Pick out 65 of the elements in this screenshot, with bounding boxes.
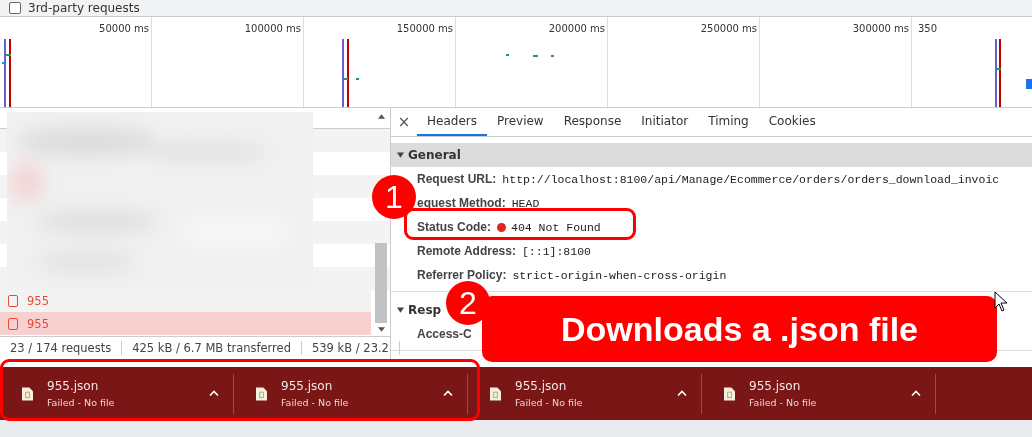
caret-icon[interactable] — [209, 390, 219, 397]
time-tick-label: 350 — [918, 23, 938, 34]
close-button[interactable]: × — [391, 108, 417, 136]
document-icon — [8, 317, 18, 330]
expand-arrow-icon — [397, 152, 404, 158]
time-tick-label: 200000 ms — [548, 23, 605, 34]
download-item[interactable]: 955.json Failed - No file — [234, 373, 468, 414]
download-status: Failed - No file — [47, 397, 116, 408]
file-icon — [22, 386, 33, 401]
tab[interactable]: Headers — [417, 108, 487, 136]
time-tick-label: 50000 ms — [99, 23, 149, 34]
status-text: 425 kB / 6.7 MB transferred — [122, 341, 302, 355]
file-icon — [256, 386, 267, 401]
header-name: Referrer Policy: — [417, 268, 507, 282]
header-value: 404 Not Found — [511, 220, 601, 234]
time-tick-label: 150000 ms — [396, 23, 453, 34]
request-row[interactable]: 955 — [0, 289, 371, 312]
header-name: Access-C — [417, 327, 472, 341]
expand-arrow-icon — [397, 307, 404, 313]
header-name: equest Method: — [417, 196, 506, 210]
time-tick-label: 100000 ms — [244, 23, 301, 34]
file-icon — [724, 386, 735, 401]
section-header[interactable]: General — [391, 143, 1032, 167]
download-item[interactable]: 955.json Failed - No file — [468, 373, 702, 414]
download-status: Failed - No file — [749, 397, 818, 408]
section-title: General — [408, 148, 461, 162]
request-name: 955 — [27, 293, 49, 308]
caret-icon[interactable] — [911, 390, 921, 397]
scroll-up-icon[interactable] — [377, 114, 385, 119]
header-name: Status Code: — [417, 220, 491, 234]
status-text: 539 kB / 23.2 — [301, 341, 400, 355]
tab[interactable]: Response — [553, 108, 632, 136]
tab[interactable]: Cookies — [758, 108, 826, 136]
time-tick-label: 250000 ms — [700, 23, 757, 34]
header-value: strict-origin-when-cross-origin — [512, 268, 727, 282]
file-icon — [490, 386, 501, 401]
download-name: 955.json — [749, 379, 802, 393]
header-value: http://localhost:8100/api/Manage/Ecommerce/orders/orders_download_invoic — [502, 172, 1000, 186]
download-status: Failed - No file — [515, 397, 584, 408]
document-icon — [8, 294, 18, 307]
download-status: Failed - No file — [281, 397, 350, 408]
time-tick-label: 300000 ms — [852, 23, 909, 34]
download-name: 955.json — [281, 379, 334, 393]
callout-banner: Downloads a .json file — [482, 296, 997, 362]
caret-icon[interactable] — [677, 390, 687, 397]
scroll-down-icon[interactable] — [377, 327, 385, 332]
caret-icon[interactable] — [443, 390, 453, 397]
tab[interactable]: Preview — [486, 108, 554, 136]
header-name: Request URL: — [417, 172, 497, 186]
download-item[interactable]: 955.json Failed - No file — [702, 373, 936, 414]
header-name: Remote Address: — [417, 244, 516, 258]
download-item[interactable]: 955.json Failed - No file — [0, 373, 234, 414]
checkbox-label: 3rd-party requests — [28, 1, 140, 15]
status-text: 23 / 174 requests — [0, 341, 123, 355]
tab[interactable]: Timing — [698, 108, 759, 136]
section-title: Resp — [408, 303, 442, 317]
filter-checkbox[interactable]: 3rd-party requests — [0, 1, 140, 15]
tab[interactable]: Initiator — [631, 108, 699, 136]
checkbox[interactable] — [9, 2, 21, 14]
download-name: 955.json — [515, 379, 568, 393]
header-value: HEAD — [511, 196, 540, 210]
request-name: 955 — [27, 316, 49, 331]
scrollbar-thumb[interactable] — [375, 243, 387, 323]
download-name: 955.json — [47, 379, 100, 393]
header-value: [::1]:8100 — [521, 244, 591, 258]
